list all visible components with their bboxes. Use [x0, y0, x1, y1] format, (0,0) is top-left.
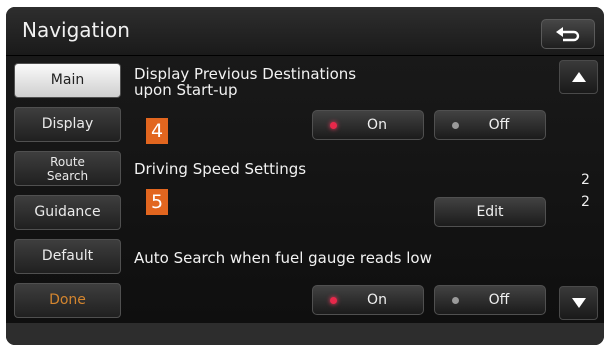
previous-destinations-label-line2: upon Start-up	[134, 81, 238, 99]
bottom-bar	[6, 323, 604, 345]
sidebar-item-label-line1: Route	[50, 155, 85, 169]
previous-destinations-off-button[interactable]: Off	[434, 110, 546, 140]
previous-destinations-on-button[interactable]: On	[312, 110, 424, 140]
sidebar-item-label-line2: Search	[46, 169, 89, 183]
sidebar-item-main[interactable]: Main	[14, 63, 121, 98]
navigation-settings-screen: Navigation Main Display Route Search Gui…	[6, 7, 604, 345]
previous-destinations-label: Display Previous Destinations upon Start…	[134, 66, 356, 98]
triangle-up-icon	[571, 72, 586, 82]
on-label: On	[367, 117, 387, 133]
auto-search-on-button[interactable]: On	[312, 285, 424, 315]
scroll-up-button[interactable]	[559, 60, 598, 94]
off-label: Off	[488, 292, 510, 308]
sidebar-item-label: Guidance	[34, 204, 101, 220]
sidebar-item-route-search[interactable]: Route Search	[14, 151, 121, 186]
driving-speed-edit-button[interactable]: Edit	[434, 197, 546, 227]
sidebar-item-display[interactable]: Display	[14, 107, 121, 142]
page-title: Navigation	[22, 18, 130, 42]
previous-destinations-label-line1: Display Previous Destinations	[134, 65, 357, 83]
off-label: Off	[488, 117, 510, 133]
edit-label: Edit	[476, 204, 504, 220]
on-label: On	[367, 292, 387, 308]
back-button[interactable]	[541, 19, 595, 49]
done-label: Done	[49, 292, 86, 308]
auto-search-off-button[interactable]: Off	[434, 285, 546, 315]
driving-speed-label: Driving Speed Settings	[134, 160, 307, 178]
sidebar-item-default[interactable]: Default	[14, 239, 121, 274]
title-bar: Navigation	[6, 7, 604, 56]
done-button[interactable]: Done	[14, 283, 121, 318]
sidebar-item-label: Display	[41, 116, 94, 132]
return-arrow-icon	[556, 27, 580, 42]
callout-badge-5: 5	[146, 189, 168, 215]
auto-search-label: Auto Search when fuel gauge reads low	[134, 249, 432, 267]
page-number-current: 2	[581, 172, 590, 188]
sidebar-item-label: Main	[50, 72, 85, 88]
sidebar-item-guidance[interactable]: Guidance	[14, 195, 121, 230]
page-number-total: 2	[581, 194, 590, 210]
callout-badge-4: 4	[146, 118, 168, 144]
triangle-down-icon	[571, 298, 586, 308]
sidebar-item-label: Default	[41, 248, 94, 264]
scroll-down-button[interactable]	[559, 286, 598, 320]
